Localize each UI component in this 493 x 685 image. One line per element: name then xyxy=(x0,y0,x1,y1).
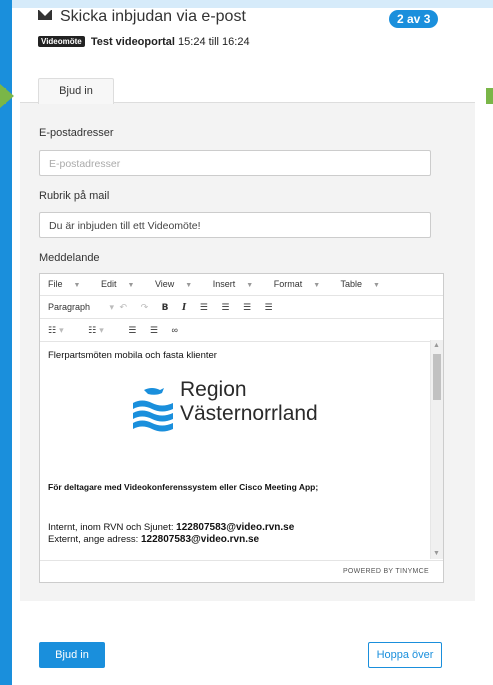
editor-content[interactable]: Flerpartsmöten mobila och fasta klienter… xyxy=(40,340,428,558)
indent-icon[interactable]: ☰ xyxy=(150,319,158,341)
editor-scrollbar[interactable]: ▲ ▼ xyxy=(430,340,443,559)
scrollbar-thumb[interactable] xyxy=(433,354,441,400)
content-line: Flerpartsmöten mobila och fasta klienter xyxy=(48,350,217,361)
skip-button[interactable]: Hoppa över xyxy=(368,642,442,668)
menu-format[interactable]: Format ▼ xyxy=(274,279,329,289)
meeting-name: Test videoportal xyxy=(90,36,175,48)
undo-icon[interactable]: ↶ xyxy=(120,296,128,318)
email-input[interactable]: E-postadresser xyxy=(39,150,431,176)
meeting-info: Videomöte Test videoportal 15:24 till 16… xyxy=(38,36,250,48)
message-editor[interactable]: File ▼ Edit ▼ View ▼ Insert ▼ Format ▼ Table ▼… xyxy=(39,273,444,583)
modal-title: Skicka inbjudan via e-post xyxy=(38,8,246,26)
numbered-list-icon[interactable]: ☷ ▾ xyxy=(88,319,115,341)
region-logo-icon xyxy=(133,388,173,432)
subject-label: Rubrik på mail xyxy=(39,190,110,202)
editor-menubar: File ▼ Edit ▼ View ▼ Insert ▼ Format ▼ Table ▼ xyxy=(40,274,443,296)
participants-heading: För deltagare med Videokonferenssystem e… xyxy=(48,482,319,492)
meeting-type-tag: Videomöte xyxy=(38,36,85,47)
next-step-arrow[interactable] xyxy=(486,88,493,104)
modal-title-text: Skicka inbjudan via e-post xyxy=(60,8,246,25)
step-badge: 2 av 3 xyxy=(389,10,439,28)
menu-view[interactable]: View ▼ xyxy=(155,279,201,289)
editor-statusbar: POWERED BY TINYMCE xyxy=(40,560,443,582)
meeting-time: 15:24 till 16:24 xyxy=(178,36,250,48)
logo-text-vasternorrland: Västernorrland xyxy=(180,402,318,425)
top-bar xyxy=(0,0,493,8)
editor-toolbar-1: Paragraph ▾ ↶ ↷ B I ☰ ☰ ☰ ☰ xyxy=(40,296,443,319)
outdent-icon[interactable]: ☰ xyxy=(128,319,136,341)
previous-step-arrow-head[interactable] xyxy=(0,84,14,108)
italic-icon[interactable]: I xyxy=(182,297,186,319)
bullet-list-icon[interactable]: ☷ ▾ xyxy=(48,319,75,341)
align-justify-icon[interactable]: ☰ xyxy=(265,296,273,318)
email-label: E-postadresser xyxy=(39,127,114,139)
logo-text-region: Region xyxy=(180,378,247,401)
editor-toolbar-2: ☷ ▾ ☷ ▾ ☰ ☰ ∞ xyxy=(40,319,443,342)
subject-input[interactable]: Du är inbjuden till ett Videomöte! xyxy=(39,212,431,238)
menu-table[interactable]: Table ▼ xyxy=(341,279,389,289)
link-icon[interactable]: ∞ xyxy=(171,319,177,341)
external-address-line: Externt, ange adress: 122807583@video.rv… xyxy=(48,534,260,545)
tab-bjud-in[interactable]: Bjud in xyxy=(38,78,114,104)
menu-insert[interactable]: Insert ▼ xyxy=(213,279,262,289)
menu-file[interactable]: File ▼ xyxy=(48,279,89,289)
align-left-icon[interactable]: ☰ xyxy=(200,296,208,318)
scroll-up-icon[interactable]: ▲ xyxy=(433,342,440,349)
scroll-down-icon[interactable]: ▼ xyxy=(433,550,440,557)
bold-icon[interactable]: B xyxy=(162,297,169,319)
redo-icon[interactable]: ↷ xyxy=(141,296,149,318)
invite-button[interactable]: Bjud in xyxy=(39,642,105,668)
envelope-icon xyxy=(38,10,52,20)
align-right-icon[interactable]: ☰ xyxy=(243,296,251,318)
paragraph-select[interactable]: Paragraph ▾ xyxy=(48,296,114,318)
align-center-icon[interactable]: ☰ xyxy=(221,296,229,318)
message-label: Meddelande xyxy=(39,252,100,264)
menu-edit[interactable]: Edit ▼ xyxy=(101,279,143,289)
internal-address-line: Internt, inom RVN och Sjunet: 122807583@… xyxy=(48,522,295,533)
